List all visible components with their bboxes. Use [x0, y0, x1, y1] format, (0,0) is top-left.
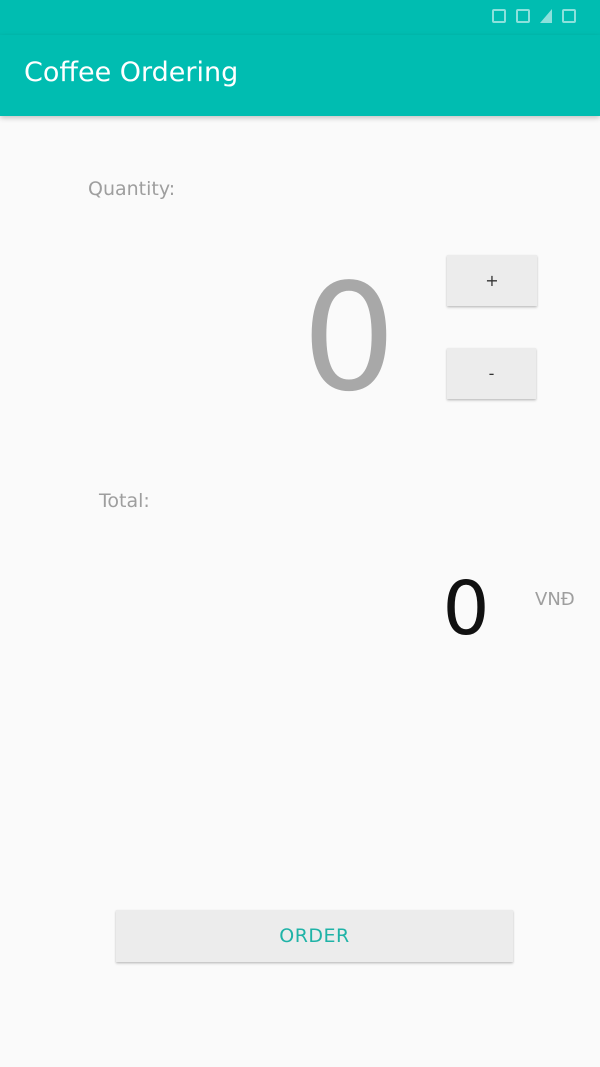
- total-value: 0: [442, 566, 490, 652]
- total-label: Total:: [99, 490, 150, 512]
- increment-button[interactable]: +: [447, 255, 537, 306]
- status-icons: [492, 9, 576, 23]
- order-button[interactable]: ORDER: [116, 910, 513, 962]
- notification-icon: [492, 9, 506, 23]
- quantity-value: 0: [301, 252, 397, 424]
- decrement-button[interactable]: -: [447, 348, 536, 399]
- signal-icon: [540, 9, 552, 23]
- app-bar: Coffee Ordering: [0, 35, 600, 116]
- sim-icon: [516, 9, 530, 23]
- quantity-label: Quantity:: [88, 178, 176, 200]
- app-title: Coffee Ordering: [24, 57, 239, 88]
- currency-label: VNĐ: [535, 589, 575, 610]
- status-bar: [0, 0, 600, 35]
- battery-icon: [562, 9, 576, 23]
- app-screen: Coffee Ordering Quantity: 0 + - Total: 0…: [0, 0, 600, 1067]
